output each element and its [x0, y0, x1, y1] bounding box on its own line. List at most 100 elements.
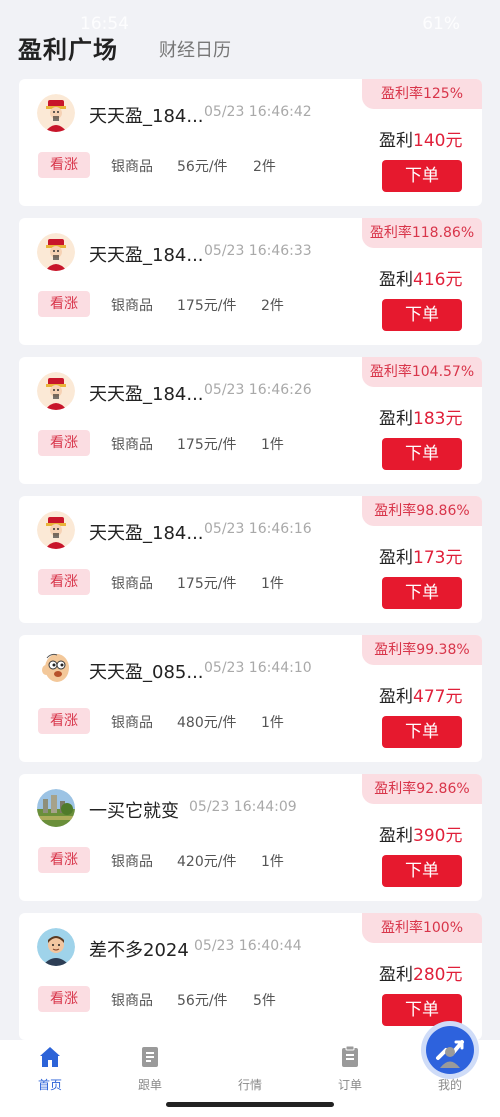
quantity: 1件: [261, 576, 284, 592]
profit-amount: 盈利416元: [379, 265, 479, 290]
landscape-avatar: [37, 789, 75, 827]
profit-value: 140元: [413, 131, 463, 151]
profit-amount: 盈利140元: [379, 126, 479, 151]
profit-label: 盈利: [379, 548, 413, 568]
place-order-button[interactable]: 下单: [382, 855, 462, 887]
caishen-avatar: [37, 94, 75, 132]
tab-profit-square[interactable]: 盈利广场: [18, 30, 118, 65]
page-header: 盈利广场 财经日历: [0, 28, 500, 68]
profit-label: 盈利: [379, 270, 413, 290]
unit-price: 56元/件: [177, 993, 228, 1009]
profit-label: 盈利: [379, 687, 413, 707]
quantity: 1件: [261, 715, 284, 731]
profit-label: 盈利: [379, 409, 413, 429]
tab-mine-label: 我的: [437, 1078, 462, 1092]
unit-price: 175元/件: [177, 437, 237, 453]
trade-time: 05/23 16:46:33: [204, 243, 312, 259]
document-icon: [142, 1047, 158, 1067]
profit-value: 390元: [413, 826, 463, 846]
profit-value: 173元: [413, 548, 463, 568]
username: 天天盈_184...: [89, 106, 204, 127]
trade-card: 一买它就变 05/23 16:44:09 看涨 银商品 420元/件 1件 盈利…: [19, 774, 482, 901]
profit-value: 183元: [413, 409, 463, 429]
tab-orders[interactable]: 订单: [300, 1040, 400, 1100]
username: 差不多2024: [89, 940, 189, 961]
user-icon: [440, 1047, 460, 1068]
quantity: 1件: [261, 854, 284, 870]
trade-time: 05/23 16:46:26: [204, 382, 312, 398]
profit-value: 477元: [413, 687, 463, 707]
tab-follow-label: 跟单: [137, 1078, 162, 1092]
quantity: 2件: [253, 159, 276, 175]
trade-card: 差不多2024 05/23 16:40:44 看涨 银商品 56元/件 5件 盈…: [19, 913, 482, 1040]
tab-market-label: 行情: [237, 1078, 262, 1092]
profit-value: 416元: [413, 270, 463, 290]
trade-card: 天天盈_184... 05/23 16:46:16 看涨 银商品 175元/件 …: [19, 496, 482, 623]
product-name: 银商品: [111, 993, 153, 1009]
direction-badge: 看涨: [38, 569, 90, 595]
username: 天天盈_184...: [89, 384, 204, 405]
tab-home[interactable]: 首页: [0, 1040, 100, 1100]
caishen-avatar: [37, 511, 75, 549]
username: 天天盈_085...: [89, 662, 204, 683]
profit-amount: 盈利477元: [379, 682, 479, 707]
tab-home-label: 首页: [37, 1078, 62, 1092]
unit-price: 175元/件: [177, 576, 237, 592]
profit-rate-badge: 盈利率118.86%: [362, 218, 482, 248]
profit-rate-badge: 盈利率92.86%: [362, 774, 482, 804]
product-name: 银商品: [111, 437, 153, 453]
home-indicator[interactable]: [166, 1102, 334, 1107]
trade-time: 05/23 16:44:09: [189, 799, 297, 815]
tab-orders-label: 订单: [337, 1078, 362, 1092]
trade-time: 05/23 16:44:10: [204, 660, 312, 676]
profit-amount: 盈利280元: [379, 960, 479, 985]
trade-time: 05/23 16:40:44: [194, 938, 302, 954]
direction-badge: 看涨: [38, 152, 90, 178]
tab-mine[interactable]: 我的: [400, 1040, 500, 1100]
place-order-button[interactable]: 下单: [382, 299, 462, 331]
profit-amount: 盈利390元: [379, 821, 479, 846]
caishen-avatar: [37, 372, 75, 410]
trade-card: 天天盈_184... 05/23 16:46:42 看涨 银商品 56元/件 2…: [19, 79, 482, 206]
profit-value: 280元: [413, 965, 463, 985]
direction-badge: 看涨: [38, 430, 90, 456]
quantity: 2件: [261, 298, 284, 314]
product-name: 银商品: [111, 298, 153, 314]
profit-amount: 盈利183元: [379, 404, 479, 429]
profit-rate-badge: 盈利率100%: [362, 913, 482, 943]
tab-finance-calendar[interactable]: 财经日历: [159, 36, 231, 62]
profit-label: 盈利: [379, 826, 413, 846]
unit-price: 175元/件: [177, 298, 237, 314]
clipboard-icon: [342, 1045, 358, 1067]
direction-badge: 看涨: [38, 847, 90, 873]
trade-card: 天天盈_184... 05/23 16:46:26 看涨 银商品 175元/件 …: [19, 357, 482, 484]
tab-follow[interactable]: 跟单: [100, 1040, 200, 1100]
quantity: 5件: [253, 993, 276, 1009]
profit-rate-badge: 盈利率125%: [362, 79, 482, 109]
status-bar: 16:54 61%: [0, 0, 500, 34]
unit-price: 420元/件: [177, 854, 237, 870]
direction-badge: 看涨: [38, 708, 90, 734]
product-name: 银商品: [111, 576, 153, 592]
profit-rate-badge: 盈利率98.86%: [362, 496, 482, 526]
trade-time: 05/23 16:46:16: [204, 521, 312, 537]
place-order-button[interactable]: 下单: [382, 438, 462, 470]
caishen-avatar: [37, 233, 75, 271]
cartoon-face-avatar: [37, 650, 75, 688]
unit-price: 480元/件: [177, 715, 237, 731]
home-icon: [40, 1047, 60, 1067]
username: 天天盈_184...: [89, 523, 204, 544]
username: 一买它就变: [89, 801, 179, 822]
profit-amount: 盈利173元: [379, 543, 479, 568]
profit-label: 盈利: [379, 965, 413, 985]
trade-time: 05/23 16:46:42: [204, 104, 312, 120]
product-name: 银商品: [111, 715, 153, 731]
place-order-button[interactable]: 下单: [382, 994, 462, 1026]
profit-rate-badge: 盈利率104.57%: [362, 357, 482, 387]
direction-badge: 看涨: [38, 291, 90, 317]
place-order-button[interactable]: 下单: [382, 160, 462, 192]
place-order-button[interactable]: 下单: [382, 577, 462, 609]
tab-market[interactable]: 行情: [200, 1026, 474, 1100]
place-order-button[interactable]: 下单: [382, 716, 462, 748]
product-name: 银商品: [111, 159, 153, 175]
